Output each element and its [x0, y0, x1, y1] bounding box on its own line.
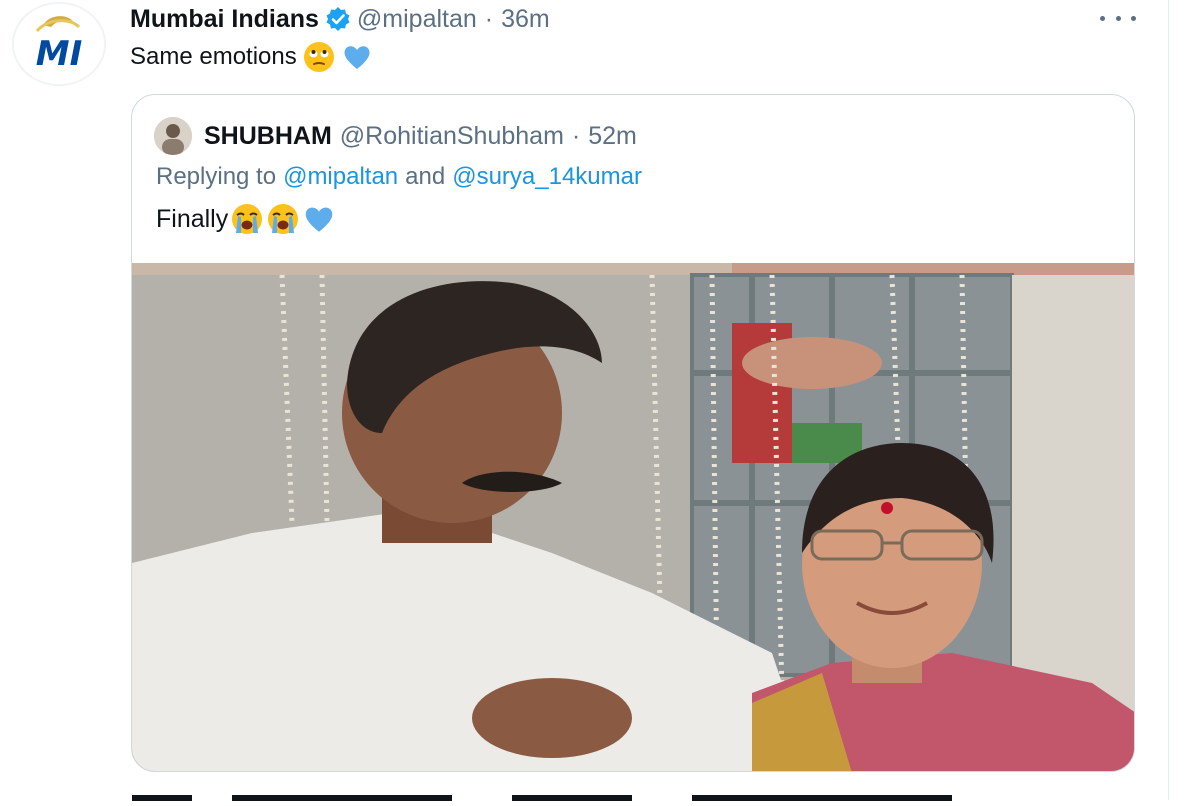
tweet-header: Mumbai Indians @mipaltan · 36m: [130, 2, 550, 36]
blue-heart-emoji-icon: [341, 41, 373, 73]
quoted-tweet-text-content: Finally: [156, 204, 229, 233]
replying-and: and: [405, 163, 446, 190]
quoted-author-avatar[interactable]: [154, 117, 192, 155]
verified-badge-icon: [325, 6, 351, 32]
replying-prefix: Replying to: [156, 163, 277, 190]
mention-link-surya[interactable]: @surya_14kumar: [452, 163, 642, 191]
separator-dot: ·: [484, 4, 494, 33]
quoted-tweet-header: SHUBHAM @RohitianShubham · 52m: [204, 117, 637, 155]
next-tweet-partial: [132, 788, 992, 801]
tweet-text-content: Same emotions: [130, 43, 297, 70]
replying-to-line: Replying to @mipaltan and @surya_14kumar: [156, 161, 642, 193]
quoted-tweet-media[interactable]: [132, 263, 1134, 771]
author-avatar[interactable]: MI: [12, 2, 106, 86]
quoted-author-handle[interactable]: @RohitianShubham: [340, 122, 564, 151]
timeline-divider: [1168, 0, 1169, 800]
rolling-eyes-emoji-icon: [303, 41, 335, 73]
author-handle[interactable]: @mipaltan: [357, 5, 477, 34]
loudly-crying-emoji-icon: [230, 202, 264, 236]
video-still-image: [132, 263, 1134, 771]
blue-heart-emoji-icon: [302, 202, 336, 236]
author-name[interactable]: Mumbai Indians: [130, 5, 319, 34]
tweet-text: Same emotions: [130, 40, 373, 74]
quoted-author-name[interactable]: SHUBHAM: [204, 122, 332, 151]
quoted-tweet-card[interactable]: SHUBHAM @RohitianShubham · 52m Replying …: [131, 94, 1135, 772]
quoted-tweet-text: Finally: [156, 201, 336, 237]
more-options-icon[interactable]: [1100, 8, 1136, 28]
mention-link-mipaltan[interactable]: @mipaltan: [283, 163, 398, 191]
svg-text:MI: MI: [36, 34, 82, 74]
mi-logo-icon: MI: [36, 16, 82, 74]
quoted-tweet-timestamp[interactable]: 52m: [588, 122, 637, 151]
tweet-timestamp[interactable]: 36m: [501, 5, 550, 34]
quoted-separator-dot: ·: [571, 121, 581, 150]
loudly-crying-emoji-icon: [266, 202, 300, 236]
